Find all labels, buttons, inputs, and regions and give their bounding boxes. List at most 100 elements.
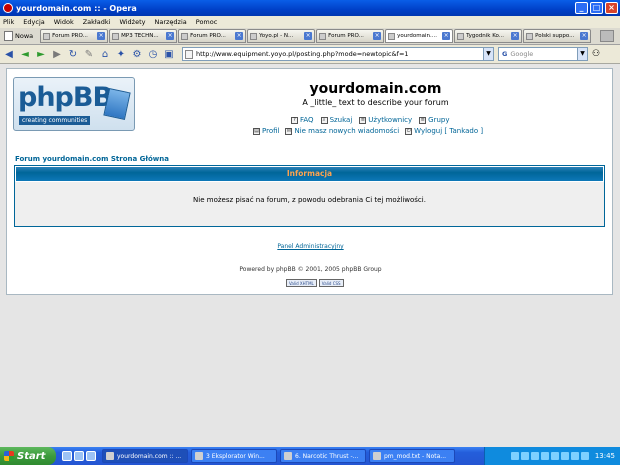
browser-tab[interactable]: Forum PRO... ×	[178, 29, 247, 43]
browser-tab[interactable]: Yoyo.pl - N... ×	[247, 29, 316, 43]
close-tab-icon[interactable]: ×	[373, 32, 382, 40]
close-tab-icon[interactable]: ×	[511, 32, 520, 40]
url-text[interactable]: http://www.equipment.yoyo.pl/posting.php…	[196, 50, 483, 58]
messages-icon: ✉	[285, 127, 293, 135]
start-button[interactable]: Start	[0, 447, 56, 465]
nav-profile[interactable]: ▤ Profil	[253, 127, 279, 135]
nav-label: Profil	[262, 127, 280, 135]
site-title: yourdomain.com	[309, 81, 442, 97]
minimize-button[interactable]: _	[575, 2, 588, 14]
logout-icon: ⏻	[405, 127, 413, 135]
window-title: yourdomain.com :: - Opera	[16, 3, 137, 13]
users-icon: ≡	[359, 116, 367, 124]
nav-groups[interactable]: ≡ Grupy	[419, 116, 450, 124]
taskbar-item[interactable]: 3 Eksplorator Win...	[191, 449, 277, 463]
favicon-icon	[319, 32, 327, 40]
forward-icon[interactable]: ►	[34, 47, 48, 61]
tray-icon[interactable]	[550, 452, 559, 460]
search-field[interactable]: G Google ▼	[498, 47, 588, 61]
browser-tab[interactable]: MP3 TECHN... ×	[109, 29, 178, 43]
tab-label: Forum PRO...	[52, 33, 88, 39]
reload-icon[interactable]: ↻	[66, 47, 80, 61]
task-label: 6. Narcotic Thrust -...	[295, 452, 359, 460]
tray-icon[interactable]	[510, 452, 519, 460]
menu-narzedzia[interactable]: Narzędzia	[154, 18, 186, 26]
task-label: pm_mod.txt - Nota...	[384, 452, 447, 460]
back-icon[interactable]: ◀	[2, 47, 16, 61]
taskbar-item[interactable]: pm_mod.txt - Nota...	[369, 449, 455, 463]
google-icon[interactable]: G	[502, 50, 507, 58]
menu-plik[interactable]: Plik	[3, 18, 14, 26]
glasses-icon[interactable]: ⚇	[592, 49, 600, 59]
tray-icon[interactable]	[580, 452, 589, 460]
forum-page: phpBB creating communities yourdomain.co…	[6, 68, 613, 295]
validation-badges: Valid XHTML Valid CSS	[286, 279, 344, 287]
tray-icon[interactable]	[540, 452, 549, 460]
xhtml-badge[interactable]: Valid XHTML	[286, 279, 317, 287]
browser-tab[interactable]: Forum PRO... ×	[40, 29, 109, 43]
browser-icon[interactable]	[74, 451, 84, 461]
favicon-icon	[181, 32, 189, 40]
breadcrumb[interactable]: Forum yourdomain.com Strona Główna	[15, 155, 169, 163]
favicon-icon	[526, 32, 534, 40]
maximize-button[interactable]: □	[590, 2, 603, 14]
browser-tab[interactable]: Polski suppo... ×	[523, 29, 592, 43]
browser-tab-active[interactable]: yourdomain.... ×	[385, 29, 454, 43]
desktop-icon[interactable]	[62, 451, 72, 461]
tray-icon[interactable]	[530, 452, 539, 460]
history-icon[interactable]: ◷	[146, 47, 160, 61]
media-icon[interactable]	[86, 451, 96, 461]
home-icon[interactable]: ⌂	[98, 47, 112, 61]
tab-label: Forum PRO...	[328, 33, 364, 39]
menu-widzety[interactable]: Widżety	[119, 18, 145, 26]
wand-icon[interactable]: ✦	[114, 47, 128, 61]
close-tab-icon[interactable]: ×	[304, 32, 313, 40]
url-dropdown-icon[interactable]: ▼	[483, 48, 493, 60]
profile-icon: ▤	[253, 127, 260, 135]
tray-icon[interactable]	[570, 452, 579, 460]
fast-forward-icon[interactable]: ▶	[50, 47, 64, 61]
nav-faq[interactable]: ? FAQ	[291, 116, 314, 124]
tray-icons	[510, 452, 589, 460]
address-field[interactable]: http://www.equipment.yoyo.pl/posting.php…	[182, 47, 494, 61]
search-dropdown-icon[interactable]: ▼	[577, 48, 587, 60]
nav-label: Nie masz nowych wiadomości	[294, 127, 400, 135]
notes-icon[interactable]: ▣	[162, 47, 176, 61]
menu-pomoc[interactable]: Pomoc	[196, 18, 218, 26]
nav-label: Grupy	[428, 116, 450, 124]
rewind-icon[interactable]: ◄	[18, 47, 32, 61]
menu-widok[interactable]: Widok	[54, 18, 74, 26]
page-icon	[185, 49, 193, 59]
header-nav-secondary: ▤ Profil ✉ Nie masz nowych wiadomości ⏻ Wyl…	[253, 127, 483, 135]
nav-search[interactable]: ⌕ Szukaj	[320, 116, 352, 124]
nav-messages[interactable]: ✉ Nie masz nowych wiadomości	[285, 127, 399, 135]
windows-logo-icon	[4, 451, 14, 461]
close-tab-icon[interactable]: ×	[97, 32, 106, 40]
edit-icon[interactable]: ✎	[82, 47, 96, 61]
css-badge[interactable]: Valid CSS	[318, 279, 344, 287]
taskbar-item[interactable]: yourdomain.com :: ...	[102, 449, 188, 463]
nav-logout[interactable]: ⏻ Wyloguj [ Tankado ]	[405, 127, 483, 135]
header-nav-primary: ? FAQ ⌕ Szukaj ≡ Użytkownicy ≡ Grupy	[291, 116, 450, 124]
tab-label: Polski suppo...	[535, 33, 575, 39]
opera-icon	[3, 3, 13, 13]
new-tab-button[interactable]: Nowa	[2, 29, 37, 43]
close-tab-icon[interactable]: ×	[166, 32, 175, 40]
clock[interactable]: 13:45	[595, 452, 615, 460]
search-placeholder[interactable]: Google	[510, 50, 577, 58]
tab-menu-button[interactable]	[600, 30, 615, 42]
menu-zakladki[interactable]: Zakładki	[83, 18, 111, 26]
close-tab-icon[interactable]: ×	[235, 32, 244, 40]
browser-tab[interactable]: Tygodnik Ko... ×	[454, 29, 523, 43]
browser-tab[interactable]: Forum PRO... ×	[316, 29, 385, 43]
close-tab-icon[interactable]: ×	[442, 32, 451, 40]
tray-icon[interactable]	[520, 452, 529, 460]
settings-icon[interactable]: ⚙	[130, 47, 144, 61]
admin-panel-link[interactable]: Panel Administracyjny	[7, 243, 614, 250]
close-button[interactable]: ×	[605, 2, 618, 14]
taskbar-item[interactable]: 6. Narcotic Thrust -...	[280, 449, 366, 463]
menu-edycja[interactable]: Edycja	[23, 18, 44, 26]
close-tab-icon[interactable]: ×	[580, 32, 589, 40]
nav-users[interactable]: ≡ Użytkownicy	[359, 116, 412, 124]
tray-icon[interactable]	[560, 452, 569, 460]
